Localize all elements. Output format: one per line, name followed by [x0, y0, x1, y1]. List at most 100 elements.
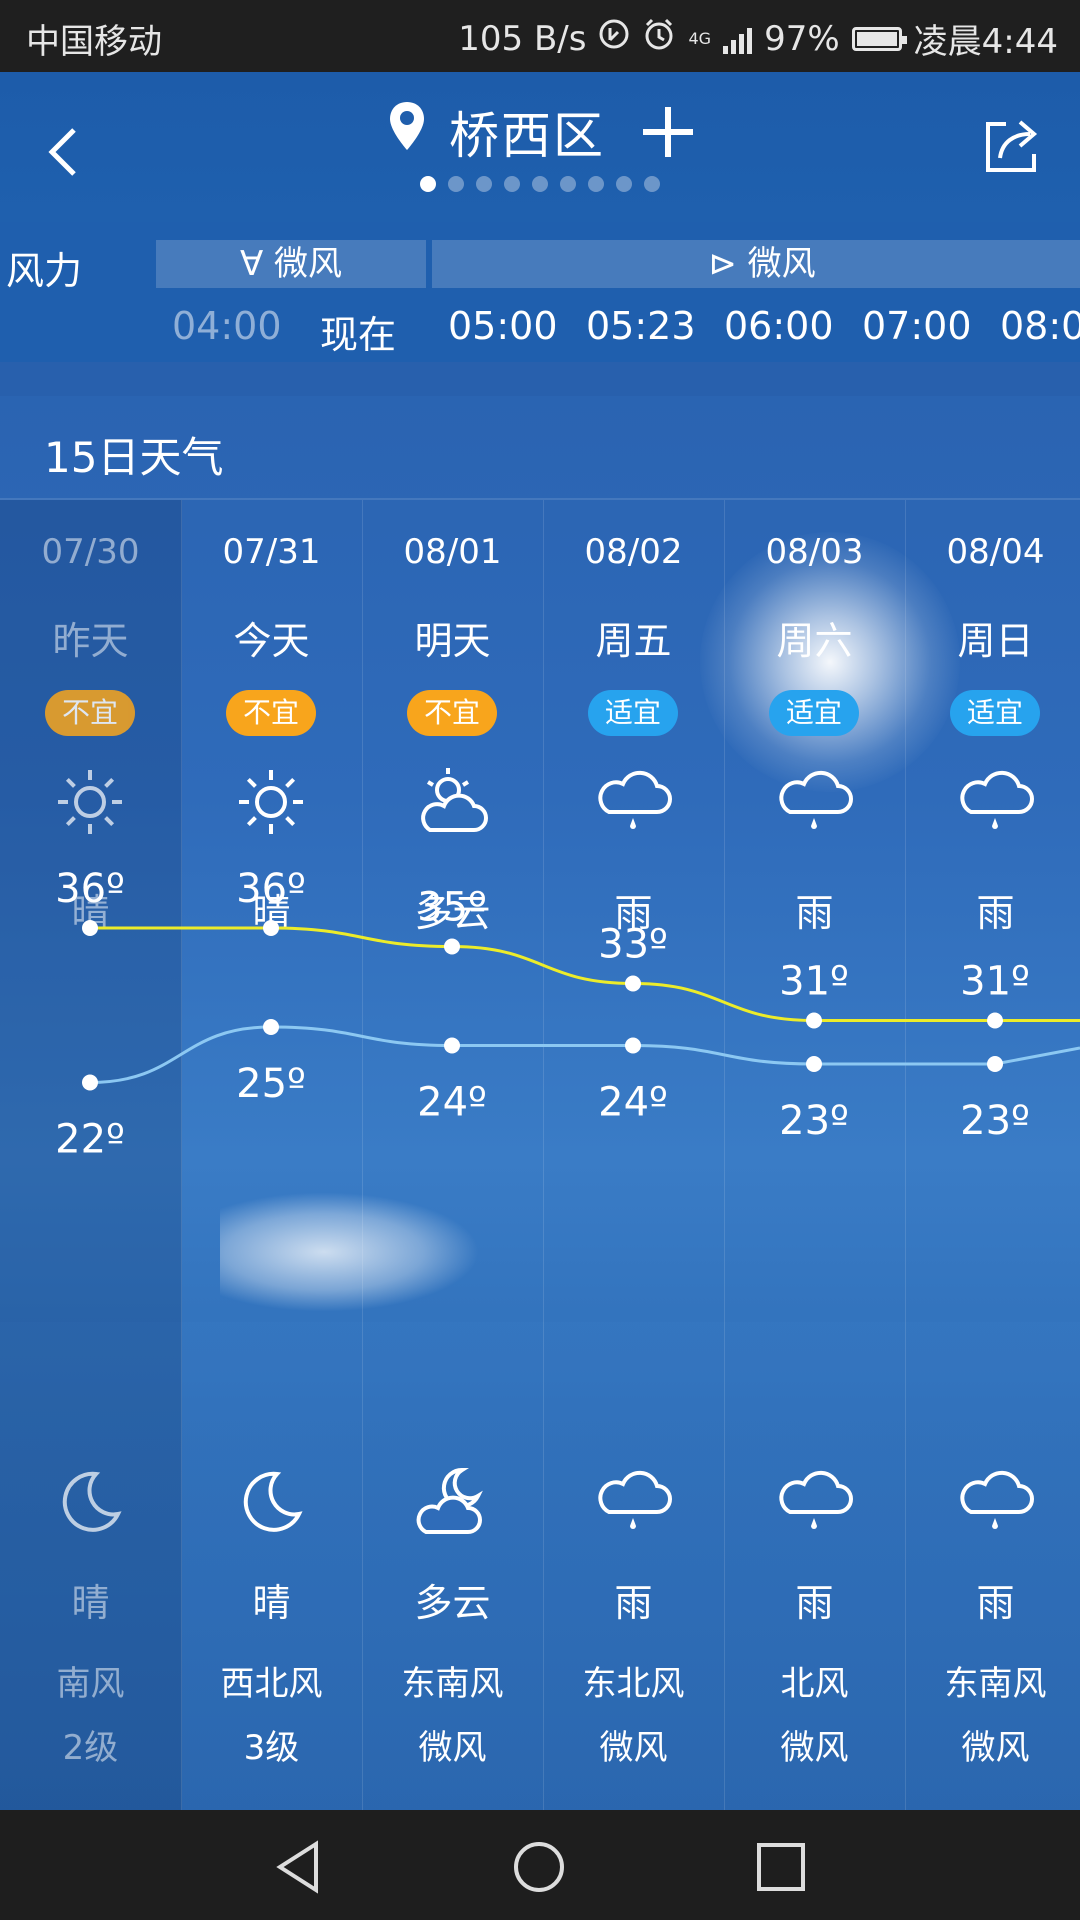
rain-icon — [774, 1462, 854, 1542]
wind-level: 微风 — [780, 1728, 849, 1768]
share-icon — [986, 120, 1038, 172]
moon-cloud-icon — [412, 1462, 492, 1542]
high-temp-label: 36º — [236, 866, 306, 912]
share-button[interactable] — [978, 114, 1044, 180]
temperature-chart: 36º 36º 35º 33º 31º 31º 22º 25º 24º 24º 23º 23º — [55, 866, 1080, 1163]
high-temp-point — [82, 920, 98, 936]
high-temp-label: 31º — [960, 959, 1030, 1005]
alarm-clock-icon — [642, 17, 676, 60]
low-temp-point — [82, 1074, 98, 1091]
page-dot — [560, 176, 576, 192]
night-condition: 雨 — [795, 1581, 834, 1625]
page-dot — [504, 176, 520, 192]
moon-icon — [50, 1462, 130, 1542]
status-bar: 中国移动 105 B/s 4G 97% 凌晨4:44 — [0, 0, 1080, 72]
nav-home-button[interactable] — [512, 1840, 566, 1894]
page-indicator — [0, 176, 1080, 196]
app-header: 桥西区 — [0, 72, 1080, 222]
add-city-button[interactable] — [642, 107, 693, 157]
high-temp-point — [625, 975, 641, 992]
hour-label: 04:00 — [172, 304, 282, 348]
wind-segment: ∀ 微风 — [156, 240, 426, 288]
wind-level: 微风 — [599, 1728, 668, 1768]
clock: 凌晨4:44 — [913, 22, 1058, 62]
hour-label: 06:00 — [724, 304, 834, 348]
nav-recents-button[interactable] — [754, 1840, 808, 1894]
page-dot — [476, 176, 492, 192]
wind-arrow-down-icon: ∀ — [239, 244, 275, 284]
wind-segment-text: 微风 — [747, 244, 816, 284]
data-saver-icon — [598, 18, 630, 59]
signal-strength-icon — [723, 24, 753, 54]
wind-direction: 东南风 — [401, 1664, 504, 1704]
high-temp-point — [444, 938, 460, 955]
page-dot — [616, 176, 632, 192]
forecast-title: 15日天气 — [44, 433, 224, 482]
city-name[interactable]: 桥西区 — [449, 107, 605, 165]
page-dot — [420, 176, 436, 192]
carrier-name: 中国移动 — [26, 22, 162, 62]
wind-arrow-right-icon: ⊳ — [708, 244, 748, 284]
wind-segment: ⊳ 微风 — [432, 240, 1080, 288]
page-dot — [532, 176, 548, 192]
low-temp-label: 25º — [236, 1061, 306, 1107]
low-temp-point — [444, 1037, 460, 1054]
high-temp-label: 33º — [598, 922, 668, 968]
section-gap — [0, 362, 1080, 396]
high-temp-point — [987, 1012, 1003, 1029]
hour-label: 05:00 — [448, 304, 558, 348]
high-temp-label: 35º — [417, 885, 487, 931]
location-title: 桥西区 — [0, 96, 1080, 168]
high-temp-line — [90, 926, 1080, 1022]
low-temp-label: 24º — [598, 1080, 668, 1126]
low-temp-point — [806, 1056, 822, 1072]
network-type: 4G — [688, 28, 712, 48]
night-condition: 雨 — [614, 1581, 653, 1625]
high-temp-point — [263, 920, 279, 936]
night-condition: 晴 — [252, 1581, 291, 1625]
wind-direction: 北风 — [780, 1664, 849, 1704]
wind-level: 微风 — [961, 1728, 1030, 1768]
night-condition: 雨 — [976, 1581, 1015, 1625]
low-temp-label: 23º — [779, 1098, 849, 1144]
page-dot — [448, 176, 464, 192]
low-temp-label: 22º — [55, 1117, 125, 1163]
battery-percent: 97% — [764, 18, 840, 59]
forecast-panel[interactable]: 15日天气 07/30 昨天 不宜晴晴南风 2级 07/31 今天 不宜晴晴西北风 3级 08/… — [0, 362, 1080, 1810]
low-temp-point — [263, 1019, 279, 1035]
low-temp-label: 23º — [960, 1098, 1030, 1144]
wind-direction: 东北风 — [582, 1664, 685, 1704]
page-dot — [588, 176, 604, 192]
wind-direction: 东南风 — [944, 1664, 1047, 1704]
high-temp-point — [806, 1012, 822, 1029]
high-temp-label: 31º — [779, 959, 849, 1005]
high-temp-label: 36º — [55, 866, 125, 912]
night-condition: 多云 — [414, 1581, 491, 1625]
wind-level: 2级 — [62, 1728, 119, 1768]
hour-label: 现在 — [320, 313, 397, 357]
rain-icon — [955, 1462, 1035, 1542]
navigation-bar — [0, 1810, 1080, 1920]
low-temp-point — [625, 1037, 641, 1054]
wind-direction: 西北风 — [220, 1664, 323, 1704]
hourly-wind-strip[interactable]: 风力 ∀ 微风 ⊳ 微风 04:00 现在 05:00 05:23 06:00 … — [0, 222, 1080, 362]
wind-level: 微风 — [418, 1728, 487, 1768]
low-temp-label: 24º — [417, 1080, 487, 1126]
circle-home-icon — [514, 1842, 564, 1892]
hour-label: 05:23 — [586, 304, 696, 348]
moon-icon — [231, 1462, 311, 1542]
wind-label: 风力 — [6, 249, 83, 293]
wind-segment-text: 微风 — [274, 244, 343, 284]
wind-level: 3级 — [243, 1728, 300, 1768]
hour-label: 07:00 — [862, 304, 972, 348]
status-indicators: 105 B/s 4G 97% 凌晨4:44 — [458, 14, 1058, 63]
network-speed: 105 B/s — [458, 18, 587, 59]
location-pin-icon — [387, 100, 427, 164]
battery-icon — [851, 26, 907, 51]
page-dot — [644, 176, 660, 192]
low-temp-point — [987, 1056, 1003, 1072]
rain-icon — [593, 1462, 673, 1542]
nav-back-button[interactable] — [272, 1840, 326, 1894]
square-recents-icon — [757, 1843, 805, 1891]
hour-label: 08:00 — [1000, 304, 1080, 348]
